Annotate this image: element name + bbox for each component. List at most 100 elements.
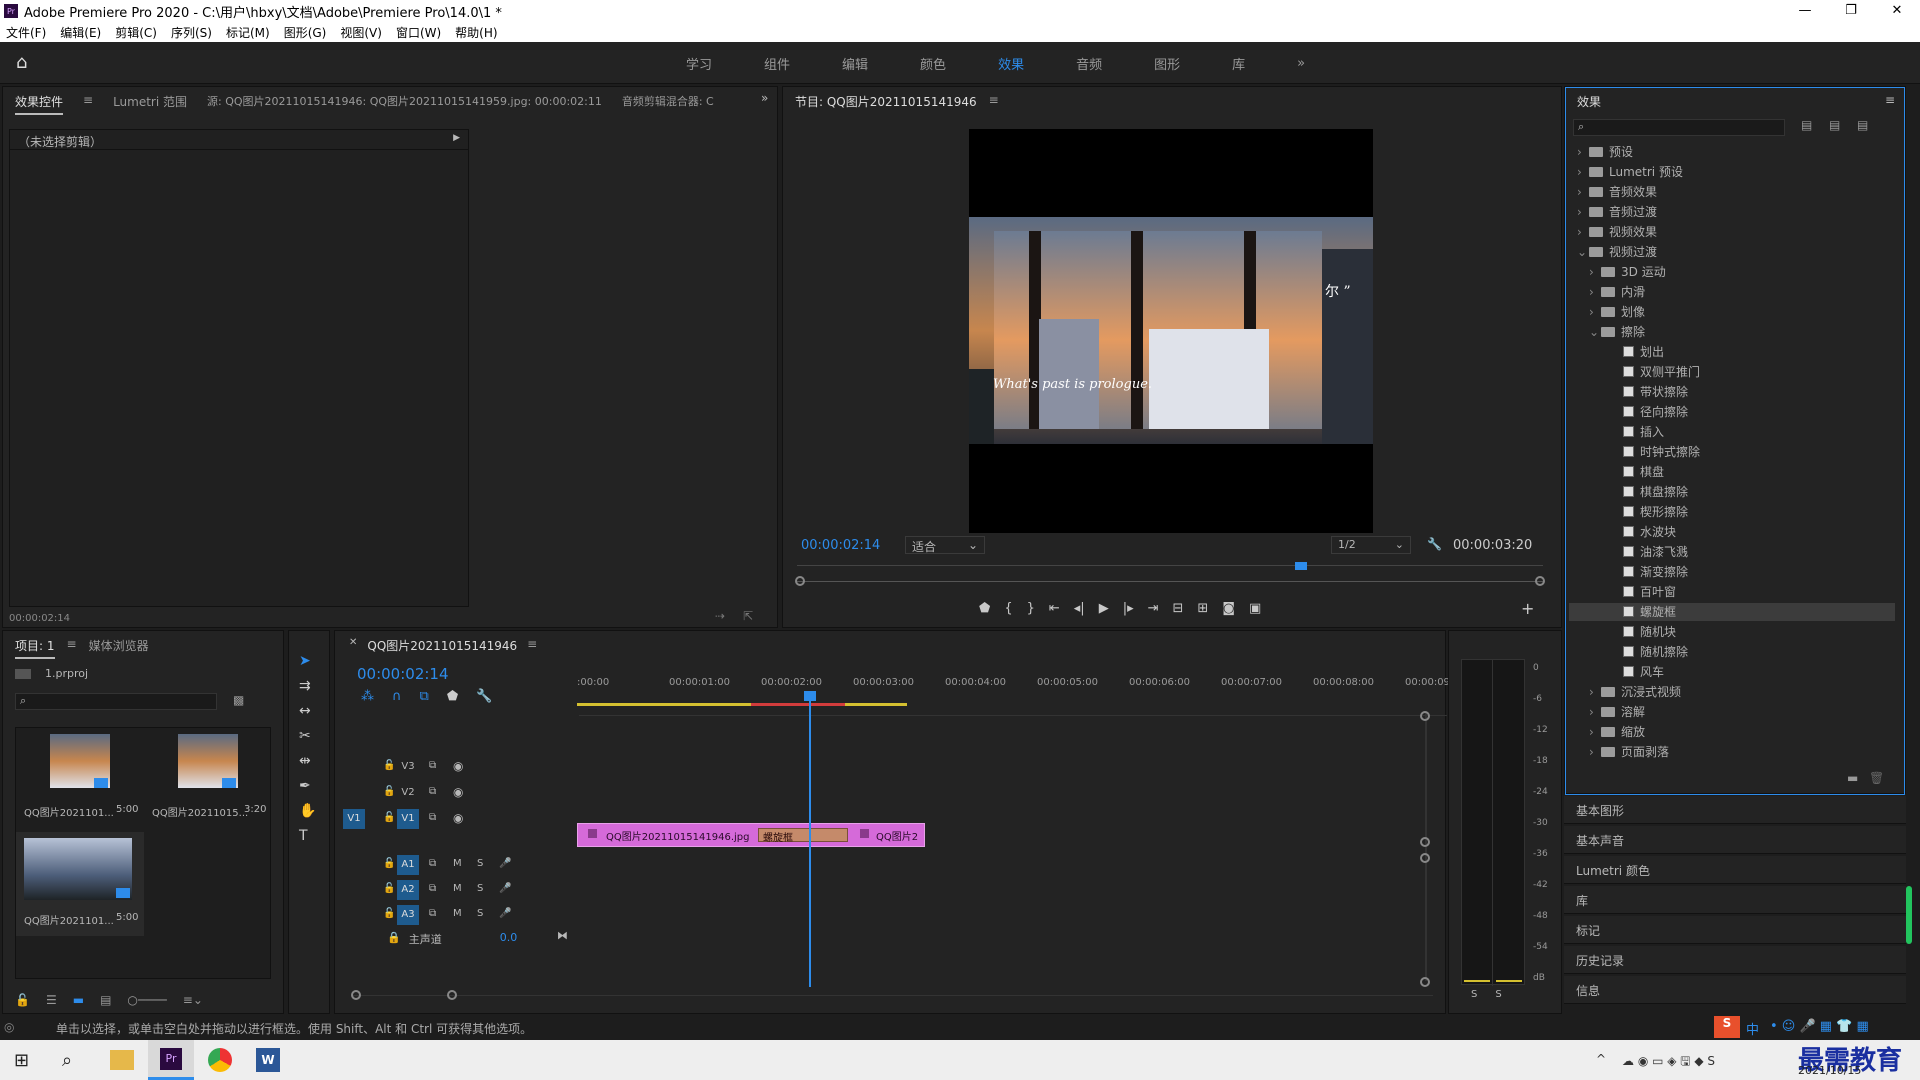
mute-button[interactable]: M: [453, 883, 462, 894]
menu-clip[interactable]: 剪辑(C): [115, 24, 157, 41]
sync-lock-icon[interactable]: ⧉: [429, 858, 436, 869]
mute-button[interactable]: M: [453, 908, 462, 919]
sync-lock-icon[interactable]: ⧉: [429, 786, 436, 797]
sogou-ime-icon[interactable]: S: [1714, 1016, 1740, 1038]
accelerated-effects-icon[interactable]: ▤: [1801, 118, 1812, 132]
lift-icon[interactable]: ⊟: [1173, 601, 1184, 616]
effects-bin-4[interactable]: › 视频效果: [1569, 223, 1895, 241]
yuv-effects-icon[interactable]: ▤: [1857, 118, 1868, 132]
effects-bin-0[interactable]: › 预设: [1569, 143, 1895, 161]
word-icon[interactable]: W: [256, 1048, 280, 1072]
type-tool-icon[interactable]: T: [299, 828, 316, 844]
collapsed-panel-5[interactable]: 历史记录: [1564, 946, 1906, 974]
scroll-handle-mid[interactable]: [1420, 837, 1430, 847]
home-icon[interactable]: ⌂: [16, 54, 34, 72]
collapsed-panel-4[interactable]: 标记: [1564, 916, 1906, 944]
effect-item-26[interactable]: 风车: [1569, 663, 1895, 681]
effect-item-16[interactable]: 棋盘: [1569, 463, 1895, 481]
program-playhead[interactable]: [1295, 562, 1307, 570]
sync-lock-icon[interactable]: ⧉: [429, 883, 436, 894]
effect-item-12[interactable]: 带状擦除: [1569, 383, 1895, 401]
lock-icon[interactable]: 🔒: [387, 931, 401, 947]
button-editor-icon[interactable]: +: [1521, 599, 1534, 618]
project-search-input[interactable]: ⌕: [15, 693, 217, 710]
effect-item-10[interactable]: 划出: [1569, 343, 1895, 361]
tab-source[interactable]: 源: QQ图片20211015141946: QQ图片2021101514195…: [207, 93, 602, 115]
sort-icon[interactable]: ≡⌄: [183, 993, 203, 1007]
effect-item-13[interactable]: 径向擦除: [1569, 403, 1895, 421]
list-view-icon[interactable]: ☰: [46, 993, 57, 1007]
project-item-2[interactable]: QQ图片20211015... 3:20: [144, 728, 272, 832]
source-patch-button[interactable]: V1: [343, 809, 365, 829]
premiere-taskbar-button[interactable]: Pr: [148, 1040, 194, 1080]
menu-view[interactable]: 视图(V): [340, 24, 382, 41]
effects-bin-1[interactable]: › Lumetri 预设: [1569, 163, 1895, 181]
eye-icon[interactable]: ◉: [453, 785, 463, 799]
zoom-scrollbar[interactable]: [797, 581, 1543, 582]
effect-item-24[interactable]: 随机块: [1569, 623, 1895, 641]
playback-resolution-select[interactable]: 1/2 ⌄: [1331, 536, 1411, 554]
effects-bin-3[interactable]: › 音频过渡: [1569, 203, 1895, 221]
chevron-right-icon[interactable]: ›: [1589, 685, 1601, 699]
track-lock-icon[interactable]: 🔓: [383, 908, 395, 919]
workspace-learn[interactable]: 学习: [686, 54, 712, 73]
workspace-more-icon[interactable]: »: [1297, 56, 1305, 71]
effect-item-14[interactable]: 插入: [1569, 423, 1895, 441]
track-lock-icon[interactable]: 🔓: [383, 858, 395, 869]
zoom-handle-right[interactable]: [1535, 576, 1545, 586]
effects-bin-9[interactable]: ⌄ 擦除: [1569, 323, 1895, 341]
program-viewer[interactable]: What's past is prologue. 尔 ”: [969, 129, 1373, 533]
mark-out-icon[interactable]: }: [1027, 601, 1035, 616]
mark-in-icon[interactable]: {: [1004, 601, 1012, 616]
nest-icon[interactable]: ⁂: [361, 689, 374, 704]
windows-start-icon[interactable]: ⊞: [14, 1050, 29, 1071]
add-marker-icon[interactable]: ⬟: [979, 601, 990, 616]
selection-tool-icon[interactable]: ➤: [299, 653, 316, 669]
voiceover-record-icon[interactable]: 🎤: [499, 883, 511, 894]
workspace-assembly[interactable]: 组件: [764, 54, 790, 73]
eye-icon[interactable]: ◉: [453, 811, 463, 825]
sync-lock-icon[interactable]: ⧉: [429, 908, 436, 919]
menu-sequence[interactable]: 序列(S): [171, 24, 212, 41]
effects-bin-27[interactable]: › 沉浸式视频: [1569, 683, 1895, 701]
camera-icon[interactable]: ◙: [1222, 601, 1235, 616]
collapsed-panel-6[interactable]: 信息: [1564, 976, 1906, 1004]
new-bin-icon[interactable]: ▬: [1847, 771, 1858, 785]
vertical-scrollbar[interactable]: [1425, 713, 1427, 981]
hand-tool-icon[interactable]: ✋: [299, 803, 316, 819]
track-target-button[interactable]: A1: [397, 855, 419, 875]
menu-window[interactable]: 窗口(W): [396, 24, 441, 41]
effect-item-23[interactable]: 螺旋框: [1569, 603, 1895, 621]
add-marker-icon[interactable]: ⬟: [447, 689, 458, 704]
export-frame-icon[interactable]: ⇱: [743, 609, 753, 623]
menu-help[interactable]: 帮助(H): [455, 24, 497, 41]
scroll-handle-top[interactable]: [1420, 711, 1430, 721]
program-playhead-timecode[interactable]: 00:00:02:14: [801, 538, 880, 553]
freeform-view-icon[interactable]: ▤: [100, 993, 111, 1007]
mute-button[interactable]: M: [453, 858, 462, 869]
lock-icon[interactable]: 🔓: [15, 993, 30, 1007]
compare-view-icon[interactable]: ▣: [1249, 601, 1261, 616]
solo-button[interactable]: S: [477, 908, 483, 919]
effects-bin-8[interactable]: › 划像: [1569, 303, 1895, 321]
chevron-right-icon[interactable]: ›: [1589, 725, 1601, 739]
close-sequence-icon[interactable]: ✕: [349, 637, 357, 654]
step-back-icon[interactable]: ◂|: [1074, 601, 1085, 616]
sync-lock-icon[interactable]: ⧉: [429, 812, 436, 823]
panel-menu-icon[interactable]: ≡: [83, 93, 93, 115]
tab-audio-clip-mixer[interactable]: 音频剪辑混合器: C: [622, 93, 714, 115]
timeline-playhead[interactable]: [809, 693, 811, 987]
menu-file[interactable]: 文件(F): [6, 24, 46, 41]
tab-project[interactable]: 项目: 1: [15, 637, 55, 659]
hscroll-handle-left[interactable]: [351, 990, 361, 1000]
slip-tool-icon[interactable]: ⇹: [299, 753, 316, 769]
file-explorer-icon[interactable]: [110, 1050, 134, 1070]
zoom-handle-left[interactable]: [795, 576, 805, 586]
maximize-button[interactable]: ❐: [1828, 0, 1874, 22]
chrome-icon[interactable]: [208, 1048, 232, 1072]
workspace-color[interactable]: 颜色: [920, 54, 946, 73]
workspace-editing[interactable]: 编辑: [842, 54, 868, 73]
solo-button[interactable]: S: [477, 858, 483, 869]
timeline-timecode[interactable]: 00:00:02:14: [357, 665, 449, 683]
workspace-libraries[interactable]: 库: [1232, 54, 1245, 73]
